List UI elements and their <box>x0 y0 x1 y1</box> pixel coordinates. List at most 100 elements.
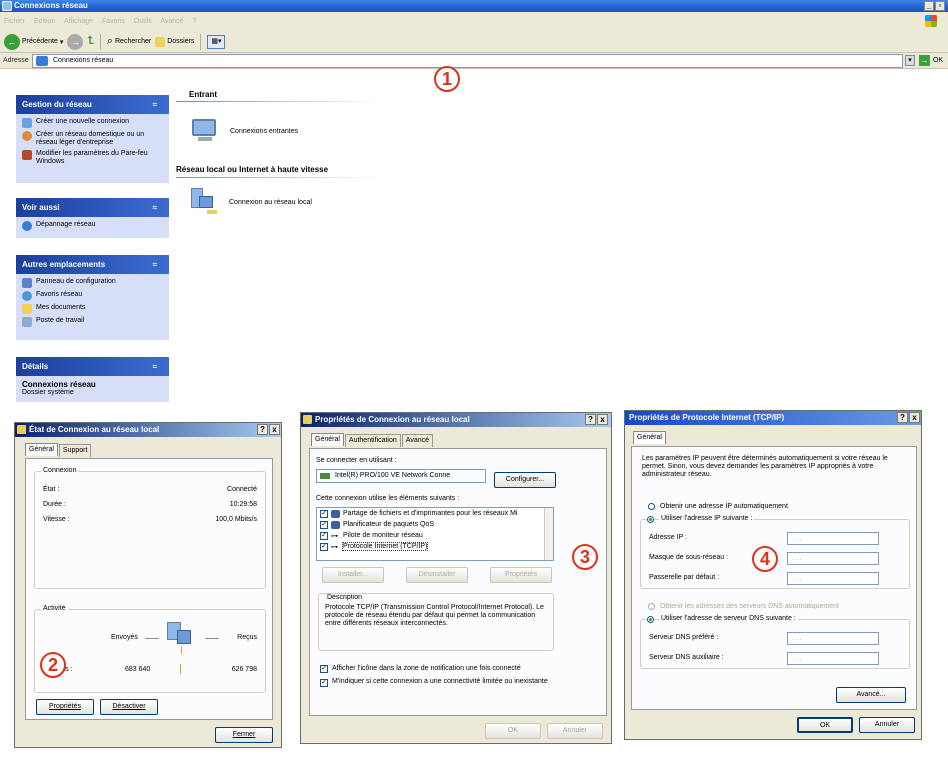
task-home-network[interactable]: Créer un réseau domestique ou un réseau … <box>22 131 163 147</box>
menu-outils[interactable]: Outils <box>134 18 152 25</box>
adapter-name: Intel(R) PRO/100 VE Network Conne <box>335 472 451 479</box>
address-bar: Adresse Connexions réseau ▾ → OK <box>0 53 948 69</box>
ok-button[interactable]: OK <box>797 717 853 733</box>
collapse-icon[interactable]: ≈ <box>153 198 157 217</box>
maximize-button[interactable]: ▫ <box>935 1 945 11</box>
search-button[interactable]: ⌕ Rechercher <box>107 35 151 48</box>
close-button[interactable]: x <box>909 412 920 423</box>
configure-button[interactable]: Configurer... <box>494 472 556 488</box>
tab-authentication[interactable]: Authentification <box>344 434 401 447</box>
help-button[interactable]: ? <box>897 412 908 423</box>
uninstall-button[interactable]: Désinstaller <box>406 567 468 583</box>
place-label: Mes documents <box>36 304 86 311</box>
place-network-places[interactable]: Favoris réseau <box>22 291 163 301</box>
task-firewall[interactable]: Modifier les paramètres du Pare-feu Wind… <box>22 150 163 166</box>
list-vertical-scrollbar[interactable] <box>544 508 553 560</box>
connect-using-label: Se connecter en utilisant : <box>316 457 397 464</box>
preferred-dns-input[interactable]: . . . <box>787 632 879 645</box>
props-dialog-title-bar: Propriétés de Connexion au réseau local … <box>301 413 611 427</box>
component-checkbox[interactable]: ✓ <box>320 531 328 540</box>
tab-general[interactable]: Général <box>633 431 666 444</box>
panel-other-places-header[interactable]: Autres emplacements ≈ <box>16 255 169 274</box>
packets-sent-value: 683 640 <box>125 666 151 673</box>
intro-text: Les paramètres IP peuvent être déterminé… <box>642 455 888 478</box>
address-value: Connexions réseau <box>53 57 114 64</box>
components-list[interactable]: ✓ Partage de fichiers et d'imprimantes po… <box>316 507 554 561</box>
place-my-computer[interactable]: Poste de travail <box>22 317 163 327</box>
panel-network-tasks-header[interactable]: Gestion du réseau ≈ <box>16 95 169 114</box>
menu-help[interactable]: ? <box>193 18 197 25</box>
connection-icon <box>17 425 26 434</box>
button-label: Configurer... <box>505 476 545 483</box>
address-input[interactable]: Connexions réseau <box>32 54 903 68</box>
ok-button[interactable]: OK <box>485 723 541 739</box>
component-row[interactable]: ✓ ⊶ Pilote de moniteur réseau <box>317 530 553 541</box>
place-my-documents[interactable]: Mes documents <box>22 304 163 314</box>
disable-button[interactable]: Désactiver <box>100 699 158 715</box>
limited-connectivity-label: M'indiquer si cette connexion a une conn… <box>332 678 548 685</box>
go-label[interactable]: OK <box>933 57 943 64</box>
manual-ip-radio[interactable] <box>647 516 654 523</box>
place-label: Favoris réseau <box>36 291 83 298</box>
place-control-panel[interactable]: Panneau de configuration <box>22 278 163 288</box>
component-row[interactable]: ✓ Planificateur de paquets QoS <box>317 519 553 530</box>
local-area-connection-item[interactable]: Connexion au réseau local <box>189 188 312 216</box>
collapse-icon[interactable]: ≈ <box>153 255 157 274</box>
component-checkbox[interactable]: ✓ <box>320 542 328 551</box>
minimize-button[interactable]: _ <box>924 1 934 11</box>
up-folder-icon[interactable]: ⮤ <box>87 35 94 48</box>
manual-dns-radio[interactable] <box>647 616 654 623</box>
ip-address-input[interactable]: . . . <box>787 532 879 545</box>
properties-button[interactable]: Propriétés <box>36 699 94 715</box>
component-checkbox[interactable]: ✓ <box>320 520 328 529</box>
go-button[interactable]: → <box>919 55 930 66</box>
auto-ip-radio[interactable] <box>648 503 655 510</box>
incoming-connections-item[interactable]: Connexions entrantes <box>190 117 298 145</box>
cancel-button[interactable]: Annuler <box>859 717 915 733</box>
menu-fichier[interactable]: Fichier <box>4 18 25 25</box>
show-icon-checkbox[interactable]: ✓ <box>320 665 328 673</box>
subnet-mask-input[interactable]: . . . <box>787 552 879 565</box>
component-row-selected[interactable]: ✓ ⊶ Protocole Internet (TCP/IP) <box>317 541 553 552</box>
back-button[interactable]: ← Précédente ▾ <box>4 33 63 50</box>
collapse-icon[interactable]: ≈ <box>153 357 157 376</box>
toolbar-separator <box>200 33 202 50</box>
new-connection-icon <box>22 118 32 128</box>
panel-title: Détails <box>22 362 49 371</box>
menu-favoris[interactable]: Favoris <box>102 18 125 25</box>
folders-button[interactable]: Dossiers <box>155 36 194 47</box>
close-button[interactable]: x <box>269 424 280 435</box>
tab-advanced[interactable]: Avancé <box>401 434 434 447</box>
component-properties-button[interactable]: Propriétés <box>490 567 552 583</box>
close-dialog-button[interactable]: Fermer <box>215 727 273 743</box>
alternate-dns-input[interactable]: . . . <box>787 652 879 665</box>
component-row[interactable]: ✓ Partage de fichiers et d'imprimantes po… <box>317 508 553 519</box>
limited-connectivity-checkbox[interactable]: ✓ <box>320 679 328 687</box>
tab-support[interactable]: Support <box>58 444 92 457</box>
menu-affichage[interactable]: Affichage <box>64 18 93 25</box>
help-button[interactable]: ? <box>257 424 268 435</box>
menu-edition[interactable]: Edition <box>34 18 55 25</box>
component-checkbox[interactable]: ✓ <box>320 509 328 518</box>
menu-avance[interactable]: Avancé <box>160 18 183 25</box>
address-dropdown-button[interactable]: ▾ <box>905 55 915 66</box>
auto-dns-radio[interactable] <box>648 603 655 610</box>
panel-details-header[interactable]: Détails ≈ <box>16 357 169 376</box>
forward-button[interactable]: → <box>67 33 84 50</box>
task-troubleshoot[interactable]: Dépannage réseau <box>22 221 163 231</box>
advanced-button[interactable]: Avancé... <box>836 687 906 703</box>
cancel-button[interactable]: Annuler <box>547 723 603 739</box>
speed-value: 100,0 Mbits/s <box>215 516 257 523</box>
install-button[interactable]: Installer... <box>322 567 384 583</box>
gateway-input[interactable]: . . . <box>787 572 879 585</box>
task-new-connection[interactable]: Créer une nouvelle connexion <box>22 118 163 128</box>
auto-ip-label: Obtenir une adresse IP automatiquement <box>660 503 788 510</box>
panel-see-also-header[interactable]: Voir aussi ≈ <box>16 198 169 217</box>
collapse-icon[interactable]: ≈ <box>153 95 157 114</box>
help-button[interactable]: ? <box>585 414 596 425</box>
views-button[interactable]: ▦▾ <box>207 34 226 49</box>
firewall-icon <box>22 150 32 160</box>
tab-general[interactable]: Général <box>311 433 344 446</box>
close-button[interactable]: x <box>597 414 608 425</box>
tab-general[interactable]: Général <box>25 443 58 456</box>
